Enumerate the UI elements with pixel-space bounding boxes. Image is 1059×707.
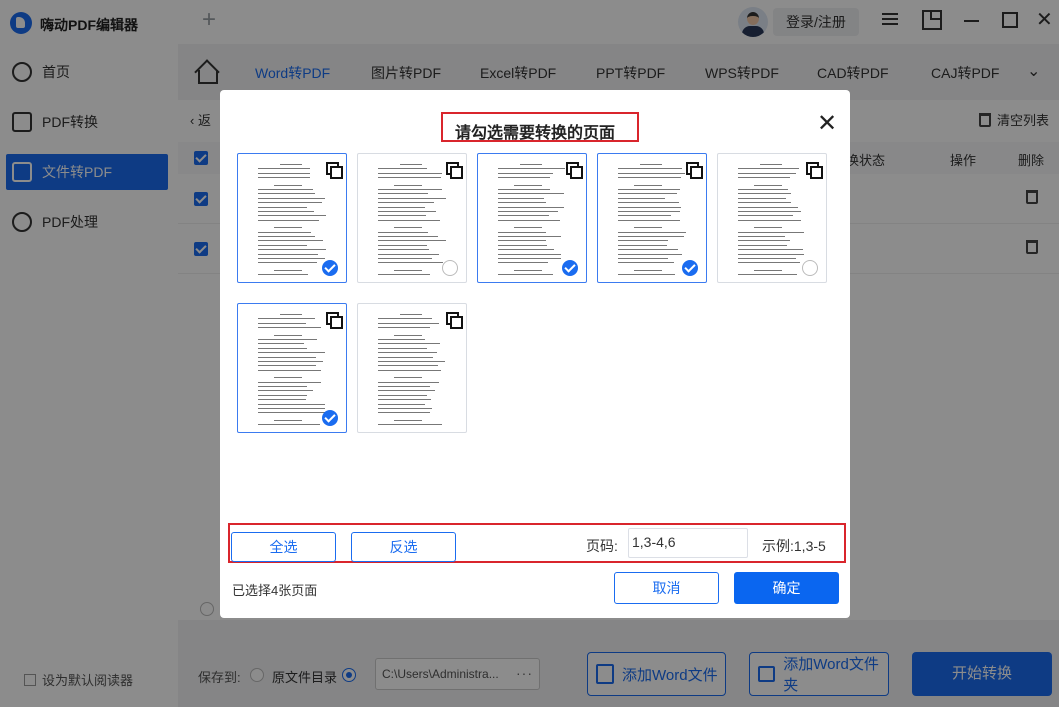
page-number-input[interactable]: 1,3-4,6 bbox=[628, 528, 748, 558]
page-number-example: 示例:1,3-5 bbox=[762, 538, 826, 554]
page-thumbnail[interactable] bbox=[237, 153, 347, 283]
page-thumbnail[interactable] bbox=[597, 153, 707, 283]
close-dialog-icon[interactable]: ✕ bbox=[817, 112, 837, 136]
copy-page-icon[interactable] bbox=[326, 312, 343, 329]
page-checked-icon[interactable] bbox=[682, 260, 698, 276]
page-thumbnail[interactable] bbox=[357, 303, 467, 433]
copy-page-icon[interactable] bbox=[566, 162, 583, 179]
copy-page-icon[interactable] bbox=[326, 162, 343, 179]
page-checked-icon[interactable] bbox=[322, 260, 338, 276]
page-thumbnail[interactable] bbox=[477, 153, 587, 283]
selected-count-label: 已选择4张页面 bbox=[232, 583, 318, 598]
copy-page-icon[interactable] bbox=[446, 312, 463, 329]
page-checked-icon[interactable] bbox=[562, 260, 578, 276]
page-preview bbox=[372, 308, 452, 426]
page-thumbnail[interactable] bbox=[717, 153, 827, 283]
page-select-dialog: 请勾选需要转换的页面 ✕ 全选 反选 页码: 1,3-4,6 示例:1,3-5 … bbox=[220, 90, 850, 618]
copy-page-icon[interactable] bbox=[686, 162, 703, 179]
invert-selection-button[interactable]: 反选 bbox=[351, 532, 456, 562]
page-thumbnail[interactable] bbox=[357, 153, 467, 283]
page-preview bbox=[372, 158, 452, 276]
page-thumbnail[interactable] bbox=[237, 303, 347, 433]
page-preview bbox=[252, 158, 332, 276]
page-preview bbox=[732, 158, 812, 276]
page-preview bbox=[252, 308, 332, 426]
page-number-label: 页码: bbox=[586, 538, 618, 554]
cancel-button[interactable]: 取消 bbox=[614, 572, 719, 604]
page-unchecked-icon[interactable] bbox=[442, 260, 458, 276]
page-preview bbox=[612, 158, 692, 276]
confirm-button[interactable]: 确定 bbox=[734, 572, 839, 604]
dialog-title: 请勾选需要转换的页面 bbox=[455, 125, 616, 142]
select-all-button[interactable]: 全选 bbox=[231, 532, 336, 562]
page-checked-icon[interactable] bbox=[322, 410, 338, 426]
copy-page-icon[interactable] bbox=[806, 162, 823, 179]
copy-page-icon[interactable] bbox=[446, 162, 463, 179]
page-unchecked-icon[interactable] bbox=[802, 260, 818, 276]
page-preview bbox=[492, 158, 572, 276]
